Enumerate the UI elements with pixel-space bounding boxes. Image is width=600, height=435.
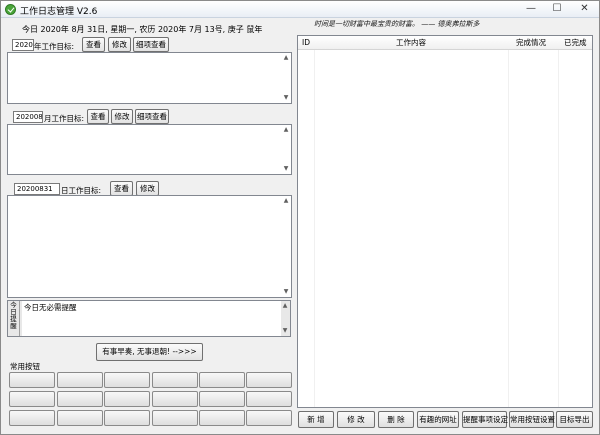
common-button[interactable] bbox=[57, 391, 103, 407]
scroll-up-icon[interactable]: ▲ bbox=[280, 301, 290, 311]
common-buttons-grid bbox=[9, 372, 292, 428]
common-buttons-settings-button[interactable]: 常用按钮设置 bbox=[509, 411, 555, 428]
common-button[interactable] bbox=[246, 410, 292, 426]
common-button[interactable] bbox=[199, 372, 245, 388]
motto-text: 时间是一切财富中最宝贵的财富。 —— 德奥弗拉斯多 bbox=[314, 20, 480, 28]
reminder-text[interactable]: 今日无必需提醒 bbox=[22, 301, 281, 336]
app-check-icon bbox=[5, 4, 16, 15]
year-goal-label: 年工作目标: bbox=[34, 42, 75, 51]
common-button[interactable] bbox=[9, 410, 55, 426]
title-bar[interactable]: 工作日志管理 V2.6 — ☐ ✕ bbox=[1, 1, 599, 18]
scroll-down-icon[interactable]: ▼ bbox=[281, 287, 291, 297]
main-window: 工作日志管理 V2.6 — ☐ ✕ 今日 2020年 8月 31日, 星期一, … bbox=[0, 0, 600, 435]
common-button[interactable] bbox=[246, 391, 292, 407]
minimize-button[interactable]: — bbox=[518, 1, 544, 17]
scroll-down-icon[interactable]: ▼ bbox=[281, 164, 291, 174]
work-log-table[interactable]: ID 工作内容 完成情况 已完成 bbox=[297, 35, 593, 408]
scroll-up-icon[interactable]: ▲ bbox=[281, 196, 291, 206]
day-edit-button[interactable]: 修改 bbox=[136, 181, 159, 196]
month-goal-textarea[interactable]: ▲ ▼ bbox=[7, 124, 292, 175]
common-button[interactable] bbox=[9, 372, 55, 388]
add-button[interactable]: 新 增 bbox=[298, 411, 334, 428]
month-edit-button[interactable]: 修改 bbox=[111, 109, 133, 124]
slogan-button[interactable]: 有事早奏, 无事退朝! -->>> bbox=[96, 343, 203, 361]
scroll-down-icon[interactable]: ▼ bbox=[280, 326, 290, 336]
reminder-side-label: 今日提醒 bbox=[8, 301, 20, 336]
month-detail-button[interactable]: 细项查看 bbox=[135, 109, 169, 124]
column-header-done[interactable]: 已完成 bbox=[564, 36, 587, 50]
column-header-id[interactable]: ID bbox=[302, 36, 310, 50]
edit-button[interactable]: 修 改 bbox=[337, 411, 375, 428]
common-button[interactable] bbox=[57, 410, 103, 426]
close-button[interactable]: ✕ bbox=[570, 1, 599, 17]
column-header-content[interactable]: 工作内容 bbox=[396, 36, 426, 50]
year-input[interactable]: 2020 bbox=[12, 39, 34, 51]
column-divider bbox=[314, 50, 315, 407]
month-input[interactable]: 202008 bbox=[13, 111, 43, 123]
year-view-button[interactable]: 查看 bbox=[82, 37, 105, 52]
common-button[interactable] bbox=[152, 372, 198, 388]
export-goals-button[interactable]: 目标导出 bbox=[556, 411, 593, 428]
column-divider bbox=[508, 50, 509, 407]
common-button[interactable] bbox=[9, 391, 55, 407]
scroll-up-icon[interactable]: ▲ bbox=[281, 125, 291, 135]
month-goal-label: 月工作目标: bbox=[44, 114, 85, 123]
table-header: ID 工作内容 完成情况 已完成 bbox=[298, 36, 592, 50]
delete-button[interactable]: 删 除 bbox=[378, 411, 414, 428]
month-view-button[interactable]: 查看 bbox=[87, 109, 109, 124]
year-detail-button[interactable]: 细项查看 bbox=[133, 37, 169, 52]
common-button[interactable] bbox=[199, 391, 245, 407]
common-button[interactable] bbox=[199, 410, 245, 426]
common-button[interactable] bbox=[104, 372, 150, 388]
year-edit-button[interactable]: 修改 bbox=[108, 37, 131, 52]
common-buttons-label: 常用按钮 bbox=[10, 362, 40, 371]
year-goal-textarea[interactable]: ▲ ▼ bbox=[7, 52, 292, 104]
common-button[interactable] bbox=[104, 410, 150, 426]
day-view-button[interactable]: 查看 bbox=[110, 181, 133, 196]
common-button[interactable] bbox=[246, 372, 292, 388]
common-button[interactable] bbox=[57, 372, 103, 388]
today-reminder-panel: 今日提醒 今日无必需提醒 ▲ ▼ bbox=[7, 300, 291, 337]
common-button[interactable] bbox=[104, 391, 150, 407]
column-divider bbox=[558, 50, 559, 407]
day-goal-textarea[interactable]: ▲ ▼ bbox=[7, 195, 292, 298]
today-date-line: 今日 2020年 8月 31日, 星期一, 农历 2020年 7月 13号, 庚… bbox=[22, 25, 263, 34]
scroll-up-icon[interactable]: ▲ bbox=[281, 53, 291, 63]
fun-websites-button[interactable]: 有趣的网址 bbox=[417, 411, 459, 428]
column-header-status[interactable]: 完成情况 bbox=[516, 36, 546, 50]
maximize-button[interactable]: ☐ bbox=[544, 1, 570, 17]
window-title: 工作日志管理 V2.6 bbox=[20, 7, 98, 17]
common-button[interactable] bbox=[152, 410, 198, 426]
day-input[interactable]: 20200831 bbox=[14, 183, 60, 195]
reminder-settings-button[interactable]: 提醒事项设定 bbox=[462, 411, 508, 428]
common-button[interactable] bbox=[152, 391, 198, 407]
scroll-down-icon[interactable]: ▼ bbox=[281, 93, 291, 103]
